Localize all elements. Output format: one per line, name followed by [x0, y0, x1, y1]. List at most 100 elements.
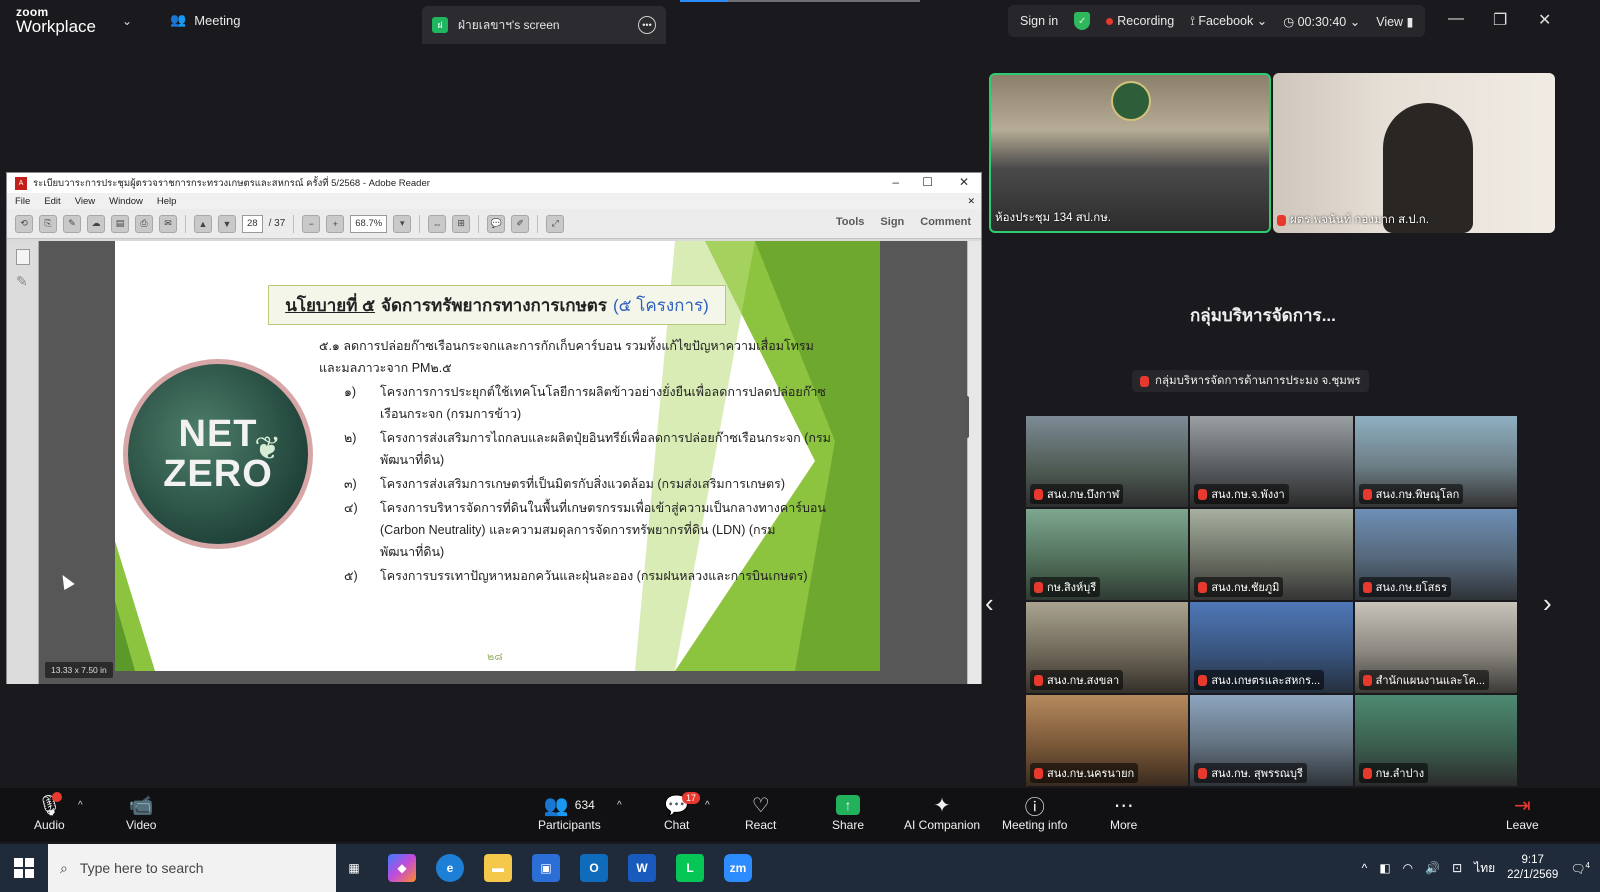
meet-now-icon[interactable]: ◧ — [1379, 861, 1390, 875]
attachment-icon[interactable]: ✎ — [16, 273, 30, 289]
video-tile[interactable]: สนง.กษ.บึงกาฬ — [1026, 416, 1189, 507]
store-icon[interactable]: ▣ — [532, 854, 560, 882]
video-tile[interactable]: สนง.กษ.จ.พังงา — [1190, 416, 1353, 507]
view-label: View — [1376, 14, 1404, 29]
line-icon[interactable]: L — [676, 854, 704, 882]
meeting-info-button[interactable]: ⓘ Meeting info — [1002, 792, 1067, 833]
menu-file[interactable]: File — [15, 196, 30, 207]
page-number-input[interactable]: 28 — [242, 214, 263, 233]
volume-icon[interactable]: 🔊 — [1425, 861, 1440, 875]
more-options-icon[interactable]: ••• — [638, 16, 656, 34]
language-indicator[interactable]: ไทย — [1474, 859, 1495, 878]
menu-window[interactable]: Window — [109, 196, 143, 207]
copilot-icon[interactable]: ◆ — [388, 854, 416, 882]
video-tile-active-speaker[interactable]: ห้องประชุม 134 สป.กษ. — [989, 73, 1271, 233]
view-button[interactable]: View ▮ — [1376, 14, 1413, 29]
video-tile[interactable]: สำนักแผนงานและโค... — [1354, 602, 1517, 693]
comment-note-icon[interactable]: 💬 — [487, 214, 506, 233]
zoom-app-icon[interactable]: zm — [724, 854, 752, 882]
zoom-logo[interactable]: zoom Workplace — [16, 6, 96, 35]
page-down-icon[interactable]: ▼ — [218, 214, 236, 233]
edit-icon[interactable]: ✎ — [63, 214, 81, 233]
participants-button[interactable]: 👥 634 Participants — [538, 792, 601, 833]
taskbar-search[interactable]: ⌕ Type here to search — [48, 844, 336, 892]
tile-label: สำนักแผนงานและโค... — [1358, 670, 1490, 690]
network-icon[interactable]: ◠ — [1403, 861, 1413, 875]
more-button[interactable]: ⋯ More — [1110, 792, 1137, 833]
zoom-dropdown-icon[interactable]: ▾ — [393, 214, 412, 233]
restore-icon[interactable]: ❐ — [1493, 10, 1507, 30]
video-tile[interactable]: สนง.กษ.สงขลา — [1026, 602, 1189, 693]
vertical-scrollbar[interactable] — [967, 241, 981, 684]
menu-view[interactable]: View — [75, 196, 95, 207]
shield-icon[interactable]: ✓ — [1074, 12, 1091, 30]
video-tile[interactable]: สนง.กษ.พิษณุโลก — [1354, 416, 1517, 507]
livestream-facebook[interactable]: ⟟ Facebook ⌄ — [1190, 13, 1267, 29]
chevron-down-icon[interactable]: ⌄ — [122, 14, 132, 28]
word-icon[interactable]: W — [628, 854, 656, 882]
gallery-prev-icon[interactable]: ‹ — [985, 588, 994, 619]
fit-page-icon[interactable]: ⊞ — [452, 214, 471, 233]
menu-edit[interactable]: Edit — [44, 196, 60, 207]
system-clock[interactable]: 9:17 22/1/2569 — [1507, 853, 1558, 883]
ai-companion-button[interactable]: ✦ AI Companion — [904, 792, 980, 833]
shared-screen-tab[interactable]: ฝ ฝ่ายเลขาฯ's screen ••• — [422, 6, 666, 44]
panel-resize-handle[interactable] — [965, 396, 969, 438]
fullscreen-icon[interactable]: ⤢ — [546, 214, 565, 233]
fit-width-icon[interactable]: ⇔ — [428, 214, 447, 233]
outlook-icon[interactable]: O — [580, 854, 608, 882]
reader-close-icon[interactable]: ✕ — [959, 175, 969, 189]
zoom-in-icon[interactable]: + — [326, 214, 345, 233]
leave-button[interactable]: ⇥ Leave — [1506, 792, 1539, 833]
chat-options-icon[interactable]: ^ — [705, 800, 710, 811]
video-tile[interactable]: กษ.สิงห์บุรี — [1026, 509, 1189, 600]
reader-minimize-icon[interactable]: – — [892, 175, 899, 189]
menubar-close-icon[interactable]: ✕ — [967, 196, 975, 207]
audio-options-icon[interactable]: ^ — [78, 800, 83, 811]
meeting-tab[interactable]: 👥 Meeting — [170, 12, 240, 28]
video-tile[interactable]: สนง.กษ.นครนายก — [1026, 695, 1189, 786]
windows-start-icon[interactable] — [14, 858, 34, 878]
video-tile[interactable]: สนง.กษ.ยโสธร — [1354, 509, 1517, 600]
mic-muted-icon — [1198, 767, 1208, 779]
video-tile[interactable]: สนง.กษ.ชัยภูมิ — [1190, 509, 1353, 600]
tray-chevron-icon[interactable]: ^ — [1362, 861, 1368, 875]
participants-options-icon[interactable]: ^ — [617, 800, 622, 811]
cloud-icon[interactable]: ☁ — [87, 214, 105, 233]
video-tile-participant[interactable]: ผตร.พจนันท์ กองมาก ส.ป.ก. — [1273, 73, 1555, 233]
close-icon[interactable]: ✕ — [1538, 10, 1551, 30]
print-icon[interactable]: ⎙ — [135, 214, 153, 233]
edge-icon[interactable]: e — [436, 854, 464, 882]
video-tile[interactable]: กษ.ลำปาง — [1354, 695, 1517, 786]
export-pdf-icon[interactable]: ⎘ — [39, 214, 57, 233]
video-tile[interactable]: สนง.กษ. สุพรรณบุรี — [1190, 695, 1353, 786]
react-button[interactable]: ♡ React — [745, 792, 776, 833]
minimize-icon[interactable]: — — [1448, 10, 1464, 28]
email-icon[interactable]: ✉ — [159, 214, 177, 233]
sign-in-button[interactable]: Sign in — [1020, 14, 1058, 28]
meeting-timer[interactable]: ◷ 00:30:40 ⌄ — [1283, 14, 1360, 29]
action-center-icon[interactable]: 🗨4 — [1570, 861, 1590, 876]
file-explorer-icon[interactable]: ▬ — [484, 854, 512, 882]
reader-maximize-icon[interactable]: ☐ — [922, 175, 933, 189]
page-up-icon[interactable]: ▲ — [194, 214, 212, 233]
video-tile[interactable]: สนง.เกษตรและสหกร... — [1190, 602, 1353, 693]
zoom-level-select[interactable]: 68.7% — [350, 214, 388, 233]
mic-muted-icon — [1277, 214, 1286, 226]
chat-label: Chat — [664, 818, 690, 832]
recording-indicator[interactable]: Recording — [1106, 14, 1174, 28]
tools-button[interactable]: Tools — [836, 216, 865, 228]
comment-button[interactable]: Comment — [920, 216, 971, 228]
save-icon[interactable]: ▤ — [111, 214, 129, 233]
task-view-icon[interactable]: ▦ — [340, 854, 368, 882]
video-button[interactable]: 📹 Video — [126, 792, 156, 833]
zoom-out-icon[interactable]: − — [302, 214, 321, 233]
gallery-next-icon[interactable]: › — [1543, 588, 1552, 619]
highlight-icon[interactable]: ✐ — [511, 214, 530, 233]
menu-help[interactable]: Help — [157, 196, 177, 207]
sign-button[interactable]: Sign — [880, 216, 904, 228]
notification-tray-icon[interactable]: ⊡ — [1452, 861, 1462, 875]
create-pdf-icon[interactable]: ⟲ — [15, 214, 33, 233]
share-button[interactable]: ↑ Share — [832, 792, 864, 832]
pages-icon[interactable] — [16, 249, 30, 265]
